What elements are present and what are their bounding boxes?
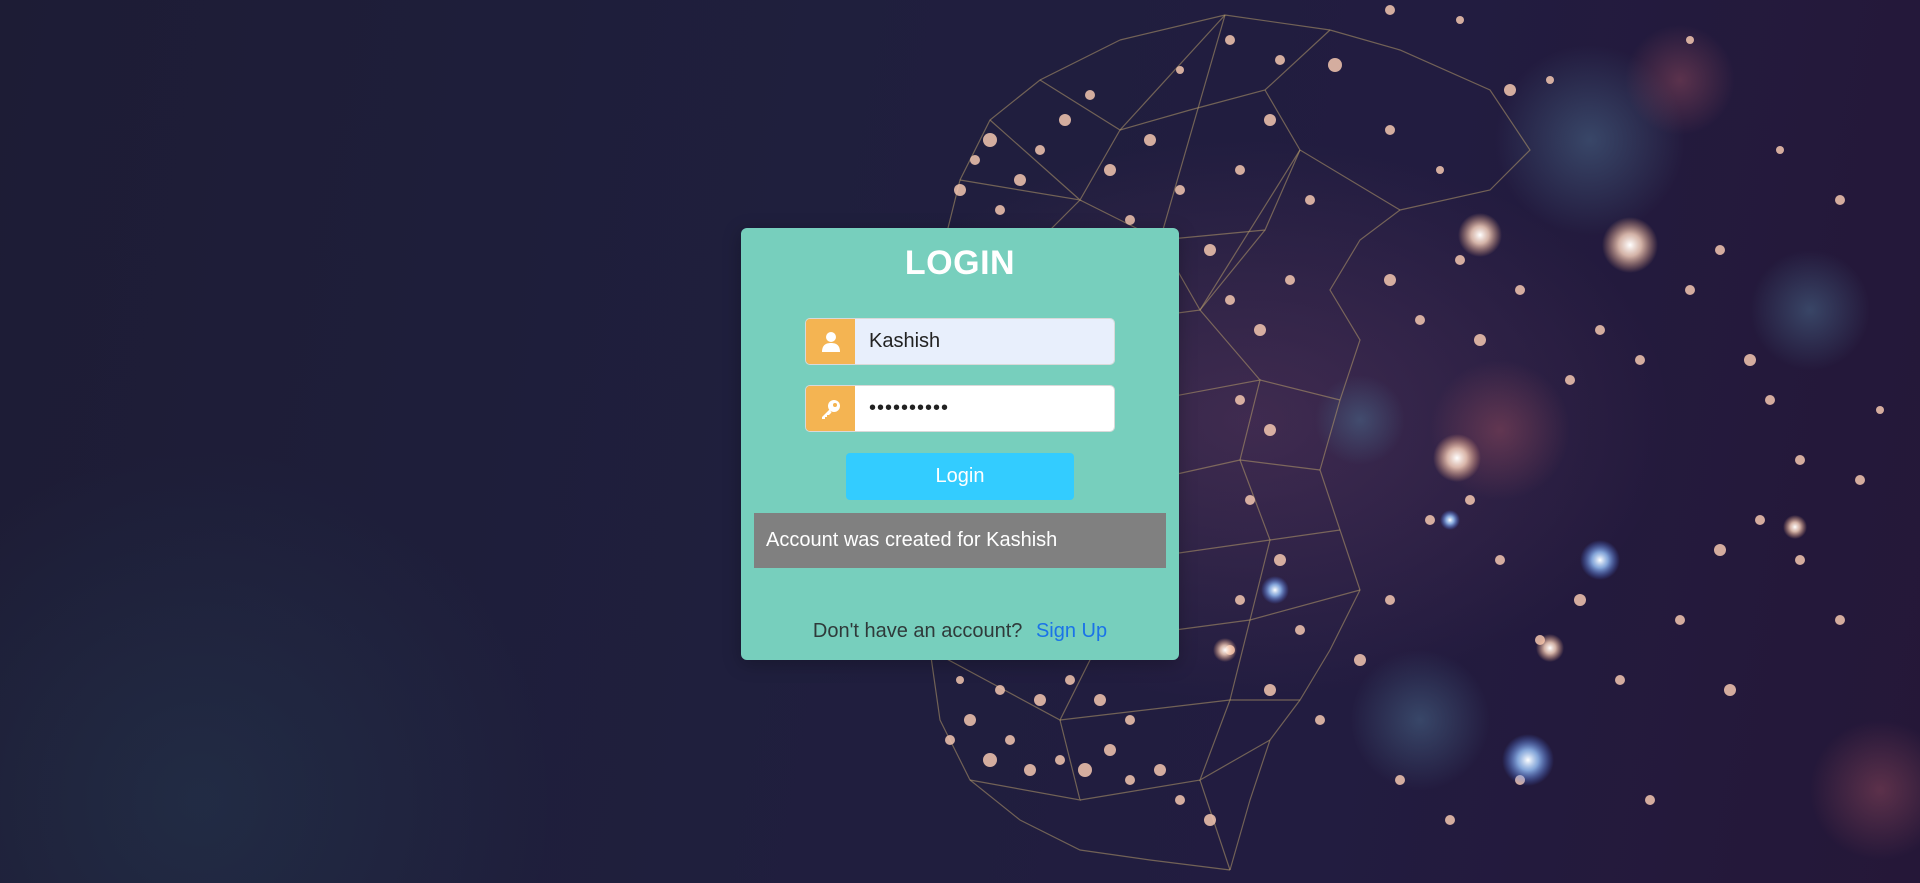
login-button[interactable]: Login — [846, 453, 1074, 500]
user-icon — [806, 319, 855, 364]
page: LOGIN Login Account was created for — [0, 0, 1920, 883]
password-group — [805, 385, 1115, 432]
signup-link[interactable]: Sign Up — [1036, 620, 1107, 642]
login-title: LOGIN — [904, 244, 1016, 282]
key-icon — [806, 386, 855, 431]
login-card: LOGIN Login Account was created for — [741, 228, 1179, 660]
signup-prompt-text: Don't have an account? — [812, 620, 1023, 642]
username-group — [805, 318, 1115, 365]
account-created-message: Account was created for Kashish — [754, 513, 1166, 568]
username-input[interactable] — [855, 319, 1114, 364]
password-input[interactable] — [855, 386, 1114, 431]
signup-prompt: Don't have an account? Sign Up — [741, 620, 1179, 643]
